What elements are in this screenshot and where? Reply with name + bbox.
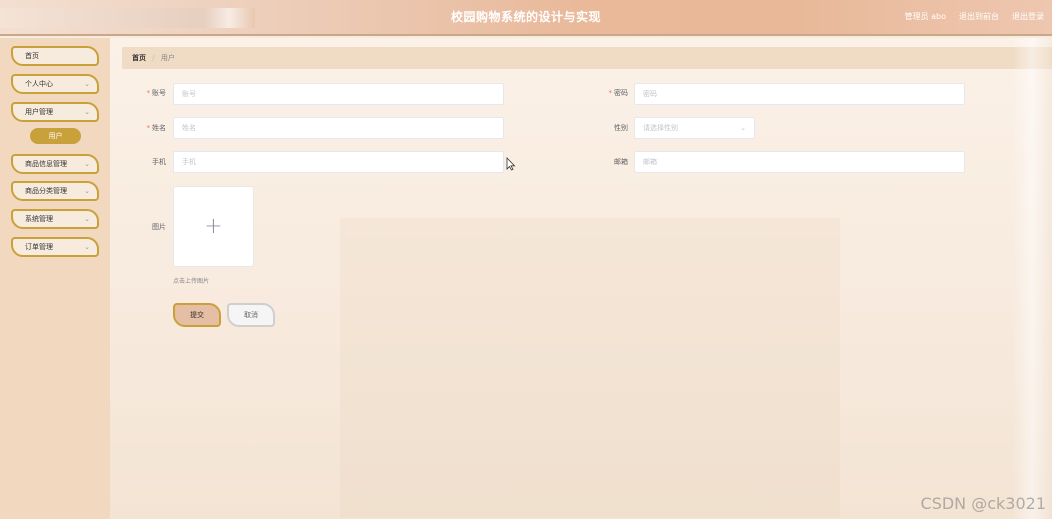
sidebar-item-home[interactable]: 首页: [11, 46, 99, 66]
name-input[interactable]: 姓名: [173, 117, 504, 139]
sidebar: 首页 个人中心 ⌄ 用户管理 ⌄ 用户 商品信息管理 ⌄ 商品分类管理 ⌄ 系统…: [0, 38, 110, 519]
sidebar-item-label: 商品分类管理: [25, 187, 67, 195]
password-label: * 密码: [608, 89, 629, 97]
chevron-down-icon: ⌄: [740, 124, 746, 132]
back-to-front-link[interactable]: 退出到前台: [959, 11, 999, 22]
gender-select-placeholder: 请选择性别: [643, 124, 678, 132]
chevron-down-icon: ⌄: [84, 80, 90, 88]
breadcrumb-separator: /: [152, 54, 155, 62]
upload-tip: 点击上传图片: [173, 278, 210, 285]
main-content: 首页 / 用户 * 账号 账号 * 密码 密码 * 姓名 姓名 性别 请选择性别 ⌄ …: [110, 38, 1052, 519]
header-actions: 管理员 abo 退出到前台 退出登录: [905, 11, 1044, 22]
gender-select[interactable]: 请选择性别 ⌄: [634, 117, 755, 139]
name-label: * 姓名: [146, 124, 167, 132]
chevron-down-icon: ⌄: [84, 187, 90, 195]
sidebar-item-label: 个人中心: [25, 80, 53, 88]
mouse-pointer-icon: [506, 157, 516, 171]
phone-label: 手机: [152, 158, 166, 166]
submit-button[interactable]: 提交: [173, 303, 221, 327]
breadcrumb-home[interactable]: 首页: [132, 54, 146, 62]
top-header: 校园购物系统的设计与实现 管理员 abo 退出到前台 退出登录: [0, 0, 1052, 36]
chevron-down-icon: ⌄: [84, 215, 90, 223]
breadcrumb: 首页 / 用户: [122, 47, 1052, 69]
image-upload-box[interactable]: +: [173, 186, 254, 267]
cancel-button[interactable]: 取消: [227, 303, 275, 327]
chevron-down-icon: ⌄: [84, 160, 90, 168]
account-label: * 账号: [146, 89, 167, 97]
sidebar-item-system[interactable]: 系统管理 ⌄: [11, 209, 99, 229]
background-decoration: [340, 218, 840, 518]
sidebar-item-label: 订单管理: [25, 243, 53, 251]
breadcrumb-current: 用户: [160, 54, 175, 62]
chevron-down-icon: ⌄: [84, 108, 90, 116]
sidebar-subitem-user[interactable]: 用户: [30, 128, 81, 144]
plus-icon: +: [204, 214, 223, 239]
gender-label: 性别: [614, 124, 628, 132]
sidebar-item-label: 用户管理: [25, 108, 53, 116]
email-label: 邮箱: [614, 158, 628, 166]
email-input[interactable]: 邮箱: [634, 151, 965, 173]
password-input[interactable]: 密码: [634, 83, 965, 105]
sidebar-item-product-category[interactable]: 商品分类管理 ⌄: [11, 181, 99, 201]
sidebar-item-orders[interactable]: 订单管理 ⌄: [11, 237, 99, 257]
sidebar-item-label: 首页: [25, 52, 39, 60]
chevron-down-icon: ⌄: [84, 243, 90, 251]
watermark: CSDN @ck3021: [920, 494, 1046, 513]
sidebar-item-product-info[interactable]: 商品信息管理 ⌄: [11, 154, 99, 174]
sidebar-item-personal-center[interactable]: 个人中心 ⌄: [11, 74, 99, 94]
current-user-label: 管理员 abo: [904, 12, 946, 21]
sidebar-item-label: 商品信息管理: [25, 160, 67, 168]
account-input[interactable]: 账号: [173, 83, 504, 105]
sidebar-item-user-management[interactable]: 用户管理 ⌄: [11, 102, 99, 122]
sidebar-item-label: 系统管理: [25, 215, 53, 223]
image-label: 图片: [152, 223, 166, 231]
phone-input[interactable]: 手机: [173, 151, 504, 173]
right-decoration: [1012, 38, 1052, 519]
app-title: 校园购物系统的设计与实现: [450, 10, 601, 24]
logout-link[interactable]: 退出登录: [1012, 11, 1044, 22]
